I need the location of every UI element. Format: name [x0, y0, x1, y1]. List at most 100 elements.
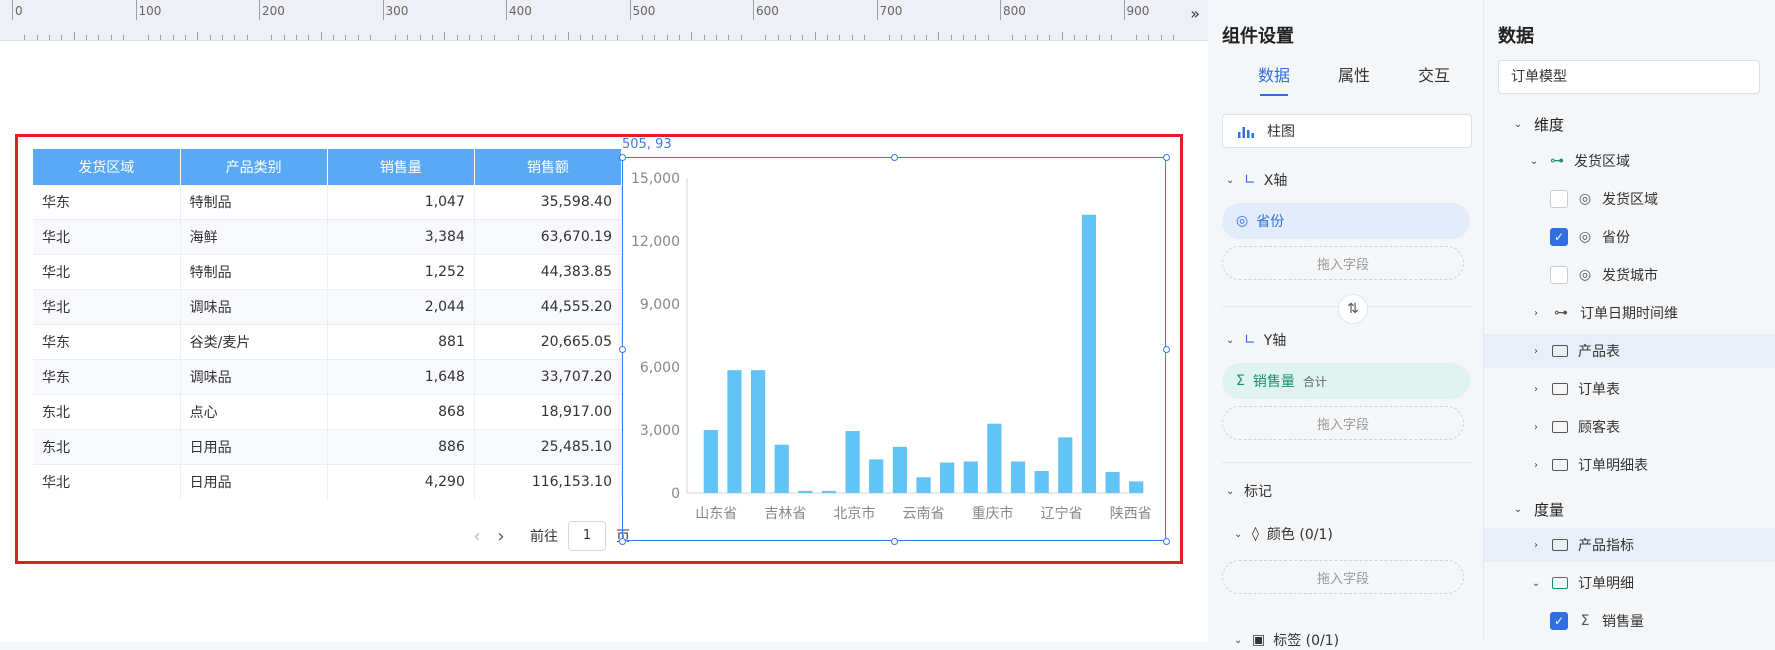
column-header[interactable]: 销售量: [327, 149, 475, 185]
tree-node-order-detail[interactable]: ⌄ 订单明细: [1484, 566, 1775, 600]
canvas-area[interactable]: 0 100 200 300 400 500 600 700 800 900 » 发货区域 产品类别…: [0, 0, 1208, 642]
y-axis-section[interactable]: ⌄ ∟ Y轴: [1226, 330, 1286, 350]
ruler-tick: [110, 35, 112, 40]
chevron-down-icon: ⌄: [1226, 174, 1235, 186]
table-row[interactable]: 华东 调味品 1,648 33,707.20: [33, 359, 622, 395]
y-axis-drop-zone[interactable]: 拖入字段: [1222, 406, 1464, 440]
tooltip-section[interactable]: ⌄ ▣ 标签 (0/1): [1234, 630, 1339, 650]
ruler-tick: [814, 32, 816, 40]
next-page-icon[interactable]: ›: [494, 526, 508, 547]
tree-node[interactable]: › 订单明细表: [1484, 448, 1775, 482]
table-widget[interactable]: 发货区域 产品类别 销售量 销售额 华东 特制品 1,047 35,598.40 华北海…: [33, 149, 622, 499]
resize-handle[interactable]: [890, 153, 898, 161]
folder-icon: [1552, 345, 1568, 357]
resize-handle[interactable]: [890, 537, 898, 545]
tab-properties[interactable]: 属性: [1338, 62, 1370, 86]
page-number-input[interactable]: 1: [568, 521, 606, 551]
chart-bar[interactable]: [1081, 214, 1097, 493]
table-cell-region: 东北: [33, 394, 181, 430]
double-chevron-right-icon[interactable]: »: [1190, 4, 1200, 23]
color-section[interactable]: ⌄ ◊ 颜色 (0/1): [1234, 524, 1333, 544]
chart-bar[interactable]: [1129, 481, 1144, 493]
chart-bar[interactable]: [1010, 461, 1026, 494]
x-tick-label: 陕西省: [1110, 506, 1152, 522]
ruler-tick: [666, 35, 668, 40]
chart-bar[interactable]: [869, 459, 884, 493]
chevron-right-icon: ›: [1534, 421, 1538, 433]
tree-node[interactable]: › 订单表: [1484, 372, 1775, 406]
chart-bar[interactable]: [1058, 437, 1073, 493]
tab-data[interactable]: 数据: [1258, 62, 1290, 86]
data-table: 发货区域 产品类别 销售量 销售额 华东 特制品 1,047 35,598.40 华北海…: [33, 149, 622, 499]
chart-bar[interactable]: [940, 462, 955, 493]
table-cell-qty: 1,047: [327, 185, 475, 220]
bar-chart-icon: [1238, 127, 1254, 138]
chart-bar[interactable]: [845, 431, 860, 493]
dimension-field-row[interactable]: ✓ ◎ 省份: [1484, 220, 1775, 254]
resize-handle[interactable]: [618, 345, 626, 353]
resize-handle[interactable]: [1162, 153, 1170, 161]
chart-bar[interactable]: [892, 446, 907, 493]
chart-bar[interactable]: [727, 370, 742, 493]
table-row[interactable]: 华北 特制品 1,252 44,383.85: [33, 254, 622, 290]
chart-bar[interactable]: [821, 490, 837, 493]
ruler-tick: [431, 35, 433, 40]
prev-page-icon[interactable]: ‹: [470, 526, 484, 547]
marks-section[interactable]: ⌄ 标记: [1226, 481, 1272, 501]
ruler-label: 900: [1126, 4, 1150, 18]
chart-type-label: 柱图: [1267, 124, 1295, 140]
table-row[interactable]: 东北 点心 868 18,917.00: [33, 394, 622, 430]
checkbox-checked[interactable]: ✓: [1550, 612, 1568, 630]
ruler-tick: [1086, 35, 1088, 40]
x-axis-drop-zone[interactable]: 拖入字段: [1222, 246, 1464, 280]
tree-node-ship-region[interactable]: ⌄ ⊶ 发货区域: [1484, 144, 1775, 178]
chart-bar[interactable]: [1105, 472, 1120, 493]
tree-node-product-metrics[interactable]: › 产品指标: [1484, 528, 1775, 562]
chart-bar[interactable]: [703, 430, 718, 493]
measure-group[interactable]: ⌄ 度量: [1512, 499, 1564, 520]
table-row[interactable]: 华东 谷类/麦片 881 20,665.05: [33, 324, 622, 360]
dimension-group[interactable]: ⌄ 维度: [1512, 114, 1564, 135]
resize-handle[interactable]: [1162, 345, 1170, 353]
table-row[interactable]: 东北 日用品 886 25,485.10: [33, 429, 622, 465]
tree-node[interactable]: › 顾客表: [1484, 410, 1775, 444]
table-cell-region: 东北: [33, 429, 181, 465]
folder-icon: [1552, 459, 1568, 471]
chart-bar[interactable]: [774, 444, 789, 493]
table-row[interactable]: 华北 调味品 2,044 44,555.20: [33, 289, 622, 325]
column-header[interactable]: 发货区域: [33, 149, 181, 185]
column-header[interactable]: 产品类别: [180, 149, 328, 185]
tree-node[interactable]: › ⊶ 订单日期时间维: [1484, 296, 1775, 330]
globe-icon: ◎: [1578, 229, 1592, 245]
x-axis-section[interactable]: ⌄ ∟ X轴: [1226, 170, 1287, 190]
table-row[interactable]: 华北 日用品 4,290 116,153.10: [33, 464, 622, 499]
color-drop-zone[interactable]: 拖入字段: [1222, 560, 1464, 594]
ruler-tick: [24, 35, 26, 40]
table-row[interactable]: 华北 海鲜 3,384 63,670.19: [33, 219, 622, 255]
checkbox[interactable]: [1550, 190, 1568, 208]
chart-bar[interactable]: [916, 477, 931, 493]
chart-bar[interactable]: [1034, 470, 1049, 493]
measure-field-row[interactable]: ✓ Σ 销售量: [1484, 604, 1775, 638]
checkbox-checked[interactable]: ✓: [1550, 228, 1568, 246]
resize-handle[interactable]: [618, 153, 626, 161]
resize-handle[interactable]: [1162, 537, 1170, 545]
column-header[interactable]: 销售额: [474, 149, 622, 185]
tab-interaction[interactable]: 交互: [1418, 62, 1450, 86]
checkbox[interactable]: [1550, 266, 1568, 284]
table-row[interactable]: 华东 特制品 1,047 35,598.40: [33, 185, 622, 220]
dimension-field-row[interactable]: ◎ 发货区域: [1484, 182, 1775, 216]
chart-bar[interactable]: [963, 461, 978, 494]
chart-bar[interactable]: [987, 423, 1002, 493]
chart-bar[interactable]: [798, 490, 813, 493]
tree-node[interactable]: › 产品表: [1484, 334, 1775, 368]
chart-bar[interactable]: [750, 370, 766, 493]
resize-handle[interactable]: [618, 537, 626, 545]
ruler-tick: [271, 35, 273, 40]
dimension-field-row[interactable]: ◎ 发货城市: [1484, 258, 1775, 292]
y-axis-field-pill[interactable]: Σ 销售量 合计: [1222, 363, 1470, 399]
model-select[interactable]: 订单模型: [1498, 60, 1760, 94]
swap-axes-icon[interactable]: ⇅: [1338, 294, 1368, 324]
chart-type-selector[interactable]: 柱图: [1222, 114, 1472, 148]
x-axis-field-pill[interactable]: ◎ 省份: [1222, 203, 1470, 239]
